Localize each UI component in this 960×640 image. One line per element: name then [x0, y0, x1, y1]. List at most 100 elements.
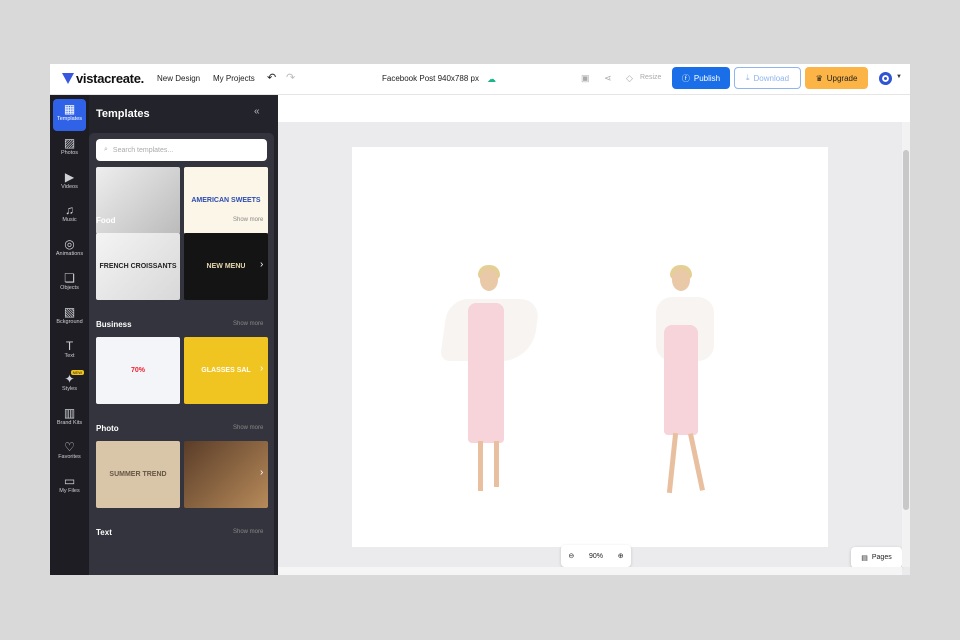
chevron-down-icon[interactable]: ▼: [896, 74, 902, 80]
briefcase-icon: ▥: [63, 406, 76, 421]
stripes-icon: ▧: [63, 304, 76, 319]
image-icon: ▨: [63, 135, 76, 150]
chevron-right-icon[interactable]: ›: [260, 363, 263, 374]
sidebar-item-label: Favorites: [58, 454, 81, 460]
zoom-level: 90%: [588, 552, 603, 560]
show-more-link[interactable]: Show more: [233, 217, 263, 223]
template-thumb[interactable]: AMERICAN SWEETS: [184, 167, 268, 234]
share-icon[interactable]: ⋖: [604, 73, 612, 84]
play-icon: ▶: [64, 169, 75, 184]
upgrade-button[interactable]: ♛ Upgrade: [805, 67, 868, 89]
search-input[interactable]: ⌕ Search templates...: [96, 139, 267, 161]
heart-icon: ♡: [64, 440, 75, 454]
redo-icon[interactable]: ↷: [286, 71, 295, 84]
sidebar-item-templates[interactable]: ▦ Templates: [53, 99, 86, 131]
canvas-area: ⊖ 90% ⊕ ▤ Pages: [278, 95, 910, 575]
sidebar-item-styles[interactable]: ✦ Styles NEW: [53, 369, 86, 401]
download-label: Download: [753, 73, 790, 83]
brand-name: vistacreate.: [76, 71, 144, 86]
sidebar-item-label: Templates: [56, 116, 83, 122]
avatar[interactable]: [879, 72, 892, 85]
new-design-link[interactable]: New Design: [157, 74, 200, 83]
zoom-in-icon[interactable]: ⊕: [618, 552, 624, 560]
animation-icon: ◎: [64, 237, 75, 252]
show-more-link[interactable]: Show more: [233, 425, 263, 431]
logo-icon: [62, 73, 74, 84]
template-thumb[interactable]: FRENCH CROISSANTS: [96, 233, 180, 300]
templates-list: ⌕ Search templates... AMERICAN SWEETS › F…: [89, 133, 274, 575]
sidebar-item-label: Brand Kits: [56, 420, 83, 427]
artboard[interactable]: [352, 147, 828, 547]
section-title: Business: [96, 320, 132, 329]
show-more-link[interactable]: Show more: [233, 321, 263, 327]
collapse-panel-icon[interactable]: «: [254, 106, 260, 117]
my-projects-link[interactable]: My Projects: [213, 74, 255, 83]
show-more-link[interactable]: Show more: [233, 529, 263, 535]
template-thumb[interactable]: SUMMER TREND: [96, 441, 180, 508]
sidebar-item-photos[interactable]: ▨ Photos: [53, 133, 86, 165]
resize-button[interactable]: Resize: [640, 74, 661, 81]
vertical-scrollbar[interactable]: [902, 122, 910, 567]
template-thumb[interactable]: GLASSES SAL: [184, 337, 268, 404]
upgrade-label: Upgrade: [826, 73, 858, 83]
sidebar-item-label: Animations: [55, 251, 84, 258]
zoom-control: ⊖ 90% ⊕: [561, 545, 631, 567]
template-thumb[interactable]: [184, 441, 268, 508]
zoom-out-icon[interactable]: ⊖: [568, 552, 574, 560]
text-icon: T: [65, 338, 74, 353]
sidebar-item-objects[interactable]: ❏ Objects: [53, 268, 86, 300]
download-button[interactable]: ⤓ Download: [734, 67, 801, 89]
sidebar-item-brand-kits[interactable]: ▥ Brand Kits: [53, 403, 86, 435]
pages-button[interactable]: ▤ Pages: [851, 547, 902, 568]
sidebar-item-videos[interactable]: ▶ Videos: [53, 167, 86, 199]
logo[interactable]: vistacreate.: [62, 71, 144, 86]
sidebar-item-label: Videos: [61, 183, 78, 190]
chevron-right-icon[interactable]: ›: [260, 259, 263, 270]
template-row: SUMMER TREND ›: [96, 441, 268, 508]
canvas-top-strip: [278, 95, 910, 122]
sidebar-item-label: Bckground: [56, 318, 83, 325]
chevron-right-icon[interactable]: ›: [260, 193, 263, 204]
sidebar-item-my-files[interactable]: ▭ My Files: [53, 471, 86, 503]
panel-title: Templates: [96, 108, 150, 120]
crown-icon: ♛: [815, 73, 823, 83]
app-window: vistacreate. New Design My Projects ↶ ↷ …: [50, 64, 910, 575]
sidebar-item-text[interactable]: T Text: [53, 336, 86, 368]
publish-button[interactable]: ⓕ Publish: [672, 67, 730, 89]
sidebar-item-label: My Files: [59, 487, 80, 494]
chevron-right-icon[interactable]: ›: [260, 467, 263, 478]
comment-icon[interactable]: ▣: [581, 73, 590, 84]
note-icon: ♫: [65, 203, 74, 218]
sidebar-item-music[interactable]: ♫ Music: [53, 200, 86, 232]
section-title: Photo: [96, 424, 119, 433]
templates-panel: Templates « ⌕ Search templates... AMERICA…: [89, 95, 278, 575]
download-icon: ⤓: [745, 73, 750, 82]
sidebar-item-label: Styles: [62, 386, 77, 393]
facebook-icon: ⓕ: [681, 73, 690, 83]
folder-icon: ▭: [63, 473, 76, 488]
section-title: Text: [96, 528, 112, 537]
sidebar-item-animations[interactable]: ◎ Animations: [53, 234, 86, 266]
section-title: Food: [96, 216, 116, 225]
pages-label: Pages: [871, 554, 892, 561]
pages-icon: ▤: [861, 554, 868, 562]
grid-icon: ▦: [63, 102, 76, 116]
template-thumb[interactable]: 70%: [96, 337, 180, 404]
horizontal-scrollbar[interactable]: [278, 567, 902, 575]
shapes-icon: ❏: [64, 271, 75, 285]
search-placeholder: Search templates...: [112, 146, 174, 154]
template-row: 70% GLASSES SAL ›: [96, 337, 268, 404]
sidebar-item-bckground[interactable]: ▧ Bckground: [53, 302, 86, 334]
sidebar-rail: ▦ Templates ▨ Photos ▶ Videos ♫ Music ◎ Animation…: [50, 95, 89, 575]
sidebar-item-label: Text: [64, 352, 75, 359]
sidebar-item-label: Objects: [60, 285, 79, 291]
document-title[interactable]: Facebook Post 940x788 px: [382, 74, 479, 83]
diamond-icon: ◇: [626, 73, 633, 83]
template-thumb[interactable]: NEW MENU: [184, 233, 268, 300]
new-badge: NEW: [70, 370, 84, 376]
publish-label: Publish: [693, 73, 721, 83]
sidebar-item-favorites[interactable]: ♡ Favorites: [53, 437, 86, 469]
template-row: FRENCH CROISSANTS NEW MENU ›: [96, 233, 268, 300]
template-row: AMERICAN SWEETS ›: [96, 167, 268, 234]
undo-icon[interactable]: ↶: [267, 71, 276, 84]
